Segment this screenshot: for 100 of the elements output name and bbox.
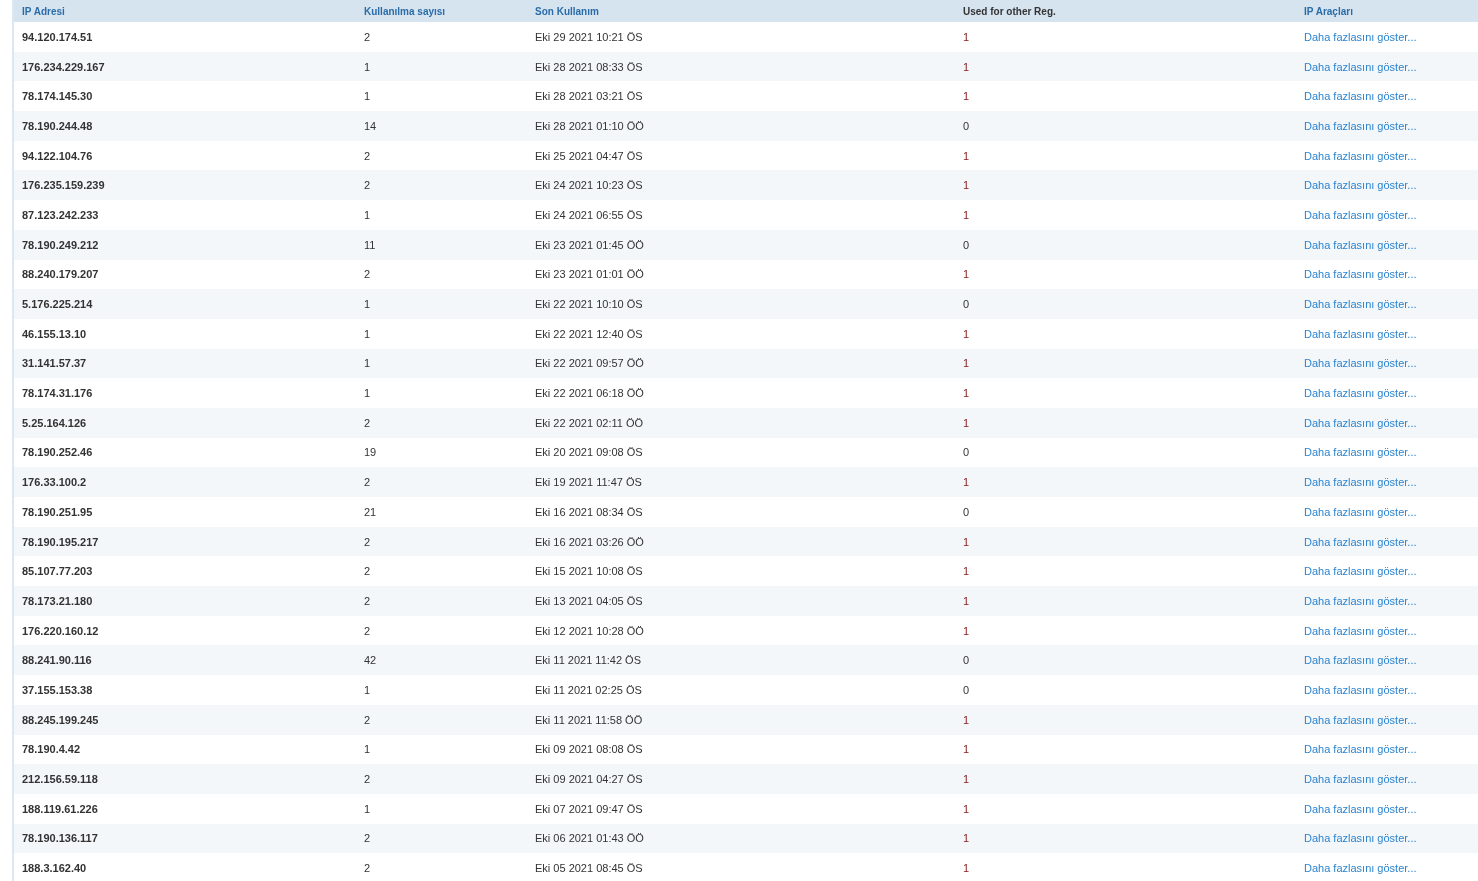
last-used-cell-text: Eki 09 2021 08:08 ÖS <box>534 743 644 756</box>
show-more-link[interactable]: Daha fazlasını göster... <box>1304 238 1417 251</box>
show-more-link[interactable]: Daha fazlasını göster... <box>1304 743 1417 756</box>
usage-count-cell-text: 2 <box>363 832 372 845</box>
show-more-link[interactable]: Daha fazlasını göster... <box>1304 90 1417 103</box>
usage-count-cell-text: 21 <box>363 505 378 518</box>
usage-count-cell-text: 1 <box>363 743 372 756</box>
last-used-cell-text: Eki 25 2021 04:47 ÖS <box>534 149 644 162</box>
other-reg-cell-text: 0 <box>962 683 971 696</box>
other-reg-cell-text: 0 <box>962 238 971 251</box>
ip-address-cell-text: 176.220.160.12 <box>21 624 100 637</box>
other-reg-cell-text: 1 <box>962 476 971 489</box>
ip-address-cell-text: 37.155.153.38 <box>21 683 94 696</box>
last-used-cell-text: Eki 06 2021 01:43 ÖÖ <box>534 832 645 845</box>
column-header: Used for other Reg. <box>962 5 1057 17</box>
ip-address-cell-text: 176.234.229.167 <box>21 60 106 73</box>
other-reg-cell-text: 1 <box>962 357 971 370</box>
show-more-link[interactable]: Daha fazlasını göster... <box>1304 802 1417 815</box>
show-more-link[interactable]: Daha fazlasını göster... <box>1304 208 1417 221</box>
ip-address-cell-text: 212.156.59.118 <box>21 773 99 786</box>
usage-count-cell-text: 2 <box>363 179 372 192</box>
column-header: IP Adresi <box>21 5 66 17</box>
show-more-link[interactable]: Daha fazlasını göster... <box>1304 387 1417 400</box>
show-more-link[interactable]: Daha fazlasını göster... <box>1304 476 1417 489</box>
other-reg-cell-text: 1 <box>962 802 971 815</box>
usage-count-cell-text: 2 <box>363 862 372 875</box>
ip-address-cell-text: 85.107.77.203 <box>21 565 94 578</box>
usage-count-cell-text: 1 <box>363 357 372 370</box>
show-more-link[interactable]: Daha fazlasını göster... <box>1304 327 1417 340</box>
show-more-link[interactable]: Daha fazlasını göster... <box>1304 535 1417 548</box>
ip-address-cell-text: 94.120.174.51 <box>21 30 94 43</box>
ip-address-cell-text: 78.190.4.42 <box>21 743 82 756</box>
other-reg-cell-text: 0 <box>962 298 971 311</box>
usage-count-cell-text: 1 <box>363 683 372 696</box>
ip-address-cell-text: 78.190.249.212 <box>21 238 100 251</box>
show-more-link[interactable]: Daha fazlasını göster... <box>1304 268 1417 281</box>
show-more-link[interactable]: Daha fazlasını göster... <box>1304 60 1417 73</box>
show-more-link[interactable]: Daha fazlasını göster... <box>1304 862 1417 875</box>
ip-address-cell-text: 188.3.162.40 <box>21 862 88 875</box>
other-reg-cell-text: 1 <box>962 30 971 43</box>
usage-count-cell-text: 11 <box>363 238 377 251</box>
other-reg-cell-text: 1 <box>962 90 971 103</box>
last-used-cell-text: Eki 11 2021 11:58 ÖÖ <box>534 713 644 726</box>
last-used-cell-text: Eki 13 2021 04:05 ÖS <box>534 594 644 607</box>
show-more-link[interactable]: Daha fazlasını göster... <box>1304 624 1417 637</box>
other-reg-cell-text: 1 <box>962 832 971 845</box>
usage-count-cell-text: 2 <box>363 149 372 162</box>
last-used-cell-text: Eki 16 2021 08:34 ÖS <box>534 505 644 518</box>
ip-address-cell-text: 88.240.179.207 <box>21 268 100 281</box>
usage-count-cell-text: 42 <box>363 654 378 667</box>
ip-address-cell-text: 78.190.244.48 <box>21 119 94 132</box>
show-more-link[interactable]: Daha fazlasını göster... <box>1304 149 1417 162</box>
show-more-link[interactable]: Daha fazlasını göster... <box>1304 30 1417 43</box>
ip-address-cell-text: 46.155.13.10 <box>21 327 88 340</box>
show-more-link[interactable]: Daha fazlasını göster... <box>1304 119 1417 132</box>
show-more-link[interactable]: Daha fazlasını göster... <box>1304 654 1417 667</box>
usage-count-cell-text: 1 <box>363 298 372 311</box>
column-header: Kullanılma sayısı <box>363 5 447 17</box>
other-reg-cell-text: 0 <box>962 446 971 459</box>
other-reg-cell-text: 1 <box>962 268 971 281</box>
show-more-link[interactable]: Daha fazlasını göster... <box>1304 565 1417 578</box>
usage-count-cell-text: 1 <box>363 802 372 815</box>
ip-address-cell-text: 78.190.251.95 <box>21 505 94 518</box>
show-more-link[interactable]: Daha fazlasını göster... <box>1304 179 1417 192</box>
show-more-link[interactable]: Daha fazlasını göster... <box>1304 713 1417 726</box>
ip-address-cell-text: 94.122.104.76 <box>21 149 94 162</box>
other-reg-cell-text: 0 <box>962 505 971 518</box>
last-used-cell-text: Eki 05 2021 08:45 ÖS <box>534 862 644 875</box>
show-more-link[interactable]: Daha fazlasını göster... <box>1304 773 1417 786</box>
show-more-link[interactable]: Daha fazlasını göster... <box>1304 683 1417 696</box>
column-header: IP Araçları <box>1303 5 1354 17</box>
last-used-cell-text: Eki 28 2021 03:21 ÖS <box>534 90 644 103</box>
usage-count-cell-text: 2 <box>363 565 372 578</box>
last-used-cell-text: Eki 24 2021 10:23 ÖS <box>534 179 644 192</box>
last-used-cell-text: Eki 22 2021 02:11 ÖÖ <box>534 416 645 429</box>
usage-count-cell-text: 2 <box>363 594 372 607</box>
last-used-cell-text: Eki 07 2021 09:47 ÖS <box>534 802 644 815</box>
ip-address-cell-text: 88.245.199.245 <box>21 713 100 726</box>
show-more-link[interactable]: Daha fazlasını göster... <box>1304 416 1417 429</box>
usage-count-cell-text: 2 <box>363 624 372 637</box>
show-more-link[interactable]: Daha fazlasını göster... <box>1304 446 1417 459</box>
usage-count-cell-text: 2 <box>363 535 372 548</box>
show-more-link[interactable]: Daha fazlasını göster... <box>1304 594 1417 607</box>
ip-address-cell-text: 78.190.136.117 <box>21 832 99 845</box>
usage-count-cell-text: 1 <box>363 387 372 400</box>
last-used-cell-text: Eki 22 2021 06:18 ÖÖ <box>534 387 645 400</box>
last-used-cell-text: Eki 19 2021 11:47 ÖS <box>534 476 643 489</box>
other-reg-cell-text: 0 <box>962 119 971 132</box>
show-more-link[interactable]: Daha fazlasını göster... <box>1304 505 1417 518</box>
other-reg-cell-text: 1 <box>962 624 971 637</box>
usage-count-cell-text: 2 <box>363 476 372 489</box>
show-more-link[interactable]: Daha fazlasını göster... <box>1304 298 1417 311</box>
usage-count-cell-text: 2 <box>363 713 372 726</box>
usage-count-cell-text: 1 <box>363 327 372 340</box>
other-reg-cell-text: 1 <box>962 773 971 786</box>
usage-count-cell-text: 19 <box>363 446 378 459</box>
show-more-link[interactable]: Daha fazlasını göster... <box>1304 357 1417 370</box>
other-reg-cell-text: 1 <box>962 713 971 726</box>
ip-address-cell-text: 78.190.195.217 <box>21 535 100 548</box>
show-more-link[interactable]: Daha fazlasını göster... <box>1304 832 1417 845</box>
